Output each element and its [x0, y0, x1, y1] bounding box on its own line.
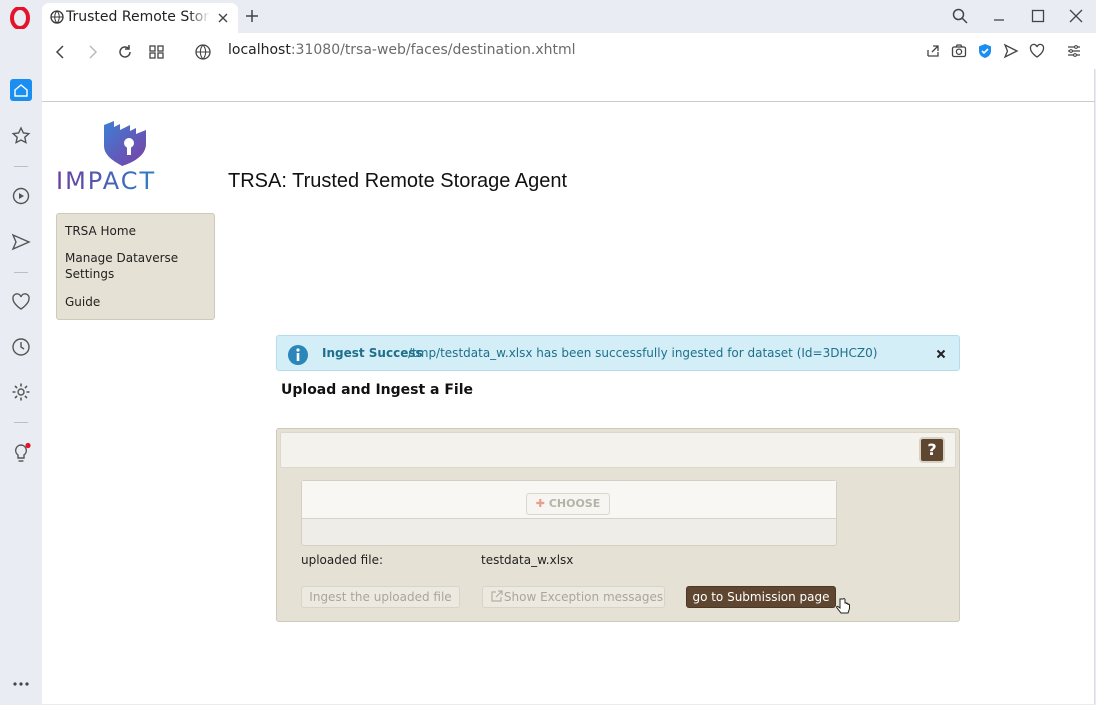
external-link-icon [491, 590, 503, 602]
uploaded-file-value: testdata_w.xlsx [481, 553, 574, 567]
main-menu: TRSA Home Manage Dataverse Settings Guid… [56, 213, 215, 320]
search-tabs-icon[interactable] [952, 8, 968, 24]
message-detail: /tmp/testdata_w.xlsx has been successful… [408, 346, 878, 360]
file-upload: ✚ CHOOSE [301, 480, 837, 546]
close-tab-icon[interactable] [216, 11, 230, 25]
help-button[interactable]: ? [919, 437, 945, 463]
choose-file-button[interactable]: ✚ CHOOSE [526, 493, 610, 515]
uploaded-file-label: uploaded file: [301, 553, 384, 567]
share-icon[interactable] [925, 43, 941, 59]
page-viewport: IMPACT TRSA: Trusted Remote Storage Agen… [42, 69, 1095, 704]
plus-icon: ✚ [535, 497, 545, 510]
maximize-icon[interactable] [1030, 8, 1046, 24]
favorites-heart-icon[interactable] [10, 291, 32, 313]
opera-menu-icon[interactable] [9, 7, 31, 29]
heart-icon[interactable] [1029, 43, 1045, 59]
tab-bar: Trusted Remote Storage Agent [0, 0, 1096, 33]
page-divider [42, 101, 1095, 102]
url-field[interactable]: localhost:31080/trsa-web/faces/destinati… [228, 42, 576, 58]
hand-cursor-icon [836, 598, 850, 614]
menu-item-guide[interactable]: Guide [65, 294, 100, 310]
choose-label: CHOOSE [548, 497, 601, 510]
address-bar: localhost:31080/trsa-web/faces/destinati… [42, 33, 1096, 69]
menu-item-settings[interactable]: Settings [65, 266, 114, 282]
speed-dial-icon[interactable] [148, 43, 166, 61]
player-icon[interactable] [10, 185, 32, 207]
tab-active[interactable]: Trusted Remote Storage Agent [42, 3, 238, 33]
ad-blocker-shield-icon[interactable] [977, 43, 993, 59]
tab-title: Trusted Remote Storage Agent [66, 9, 210, 25]
back-icon[interactable] [52, 43, 70, 61]
impact-logo: IMPACT [56, 121, 156, 191]
sidebar-divider [14, 166, 28, 167]
more-options-icon[interactable] [10, 673, 32, 695]
show-exceptions-button[interactable]: Show Exception messages [482, 586, 665, 608]
show-exceptions-label: Show Exception messages [503, 590, 664, 604]
menu-item-trsa-home[interactable]: TRSA Home [65, 223, 136, 239]
file-upload-toolbar: ✚ CHOOSE [302, 481, 836, 519]
history-icon[interactable] [10, 336, 32, 358]
url-host: localhost [228, 42, 291, 58]
site-info-icon[interactable] [194, 43, 212, 61]
new-tab-icon[interactable] [244, 8, 260, 24]
my-flow-icon[interactable] [10, 231, 32, 253]
section-title: Upload and Ingest a File [281, 382, 474, 398]
settings-gear-icon[interactable] [10, 381, 32, 403]
reload-icon[interactable] [116, 43, 134, 61]
minimize-icon[interactable] [991, 8, 1007, 24]
browser-sidebar [0, 69, 42, 705]
logo-text: IMPACT [56, 167, 156, 191]
page-title: TRSA: Trusted Remote Storage Agent [228, 170, 568, 192]
info-icon [288, 345, 308, 365]
url-path: :31080/trsa-web/faces/destination.xhtml [290, 42, 576, 58]
easy-setup-icon[interactable] [1066, 43, 1082, 59]
panel-header: ? [280, 432, 956, 468]
home-icon[interactable] [10, 79, 32, 101]
ingest-button[interactable]: Ingest the uploaded file [301, 586, 460, 608]
lightbulb-icon[interactable] [10, 442, 32, 464]
upload-panel: ? ✚ CHOOSE uploaded file: testdata_w.xls… [276, 428, 960, 622]
close-message-icon[interactable] [935, 348, 947, 360]
globe-icon [50, 10, 64, 24]
go-to-submission-button[interactable]: go to Submission page [686, 586, 836, 608]
send-icon[interactable] [1003, 43, 1019, 59]
snapshot-icon[interactable] [951, 43, 967, 59]
close-window-icon[interactable] [1068, 8, 1084, 24]
ingest-success-message: Ingest Success /tmp/testdata_w.xlsx has … [276, 335, 960, 371]
menu-item-manage-dataverse[interactable]: Manage Dataverse [65, 250, 178, 266]
sidebar-divider [14, 422, 28, 423]
bookmarks-icon[interactable] [10, 125, 32, 147]
sidebar-divider [14, 272, 28, 273]
forward-icon[interactable] [83, 43, 101, 61]
